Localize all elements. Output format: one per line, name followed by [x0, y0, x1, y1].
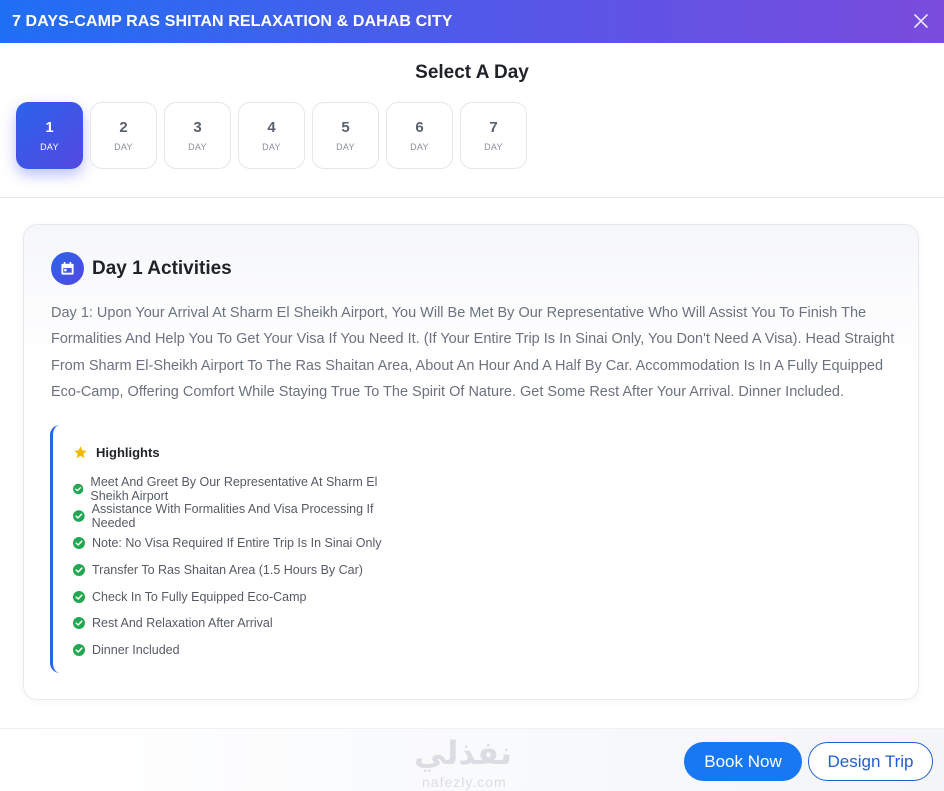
- day-label: DAY: [40, 142, 59, 152]
- highlight-text: Dinner Included: [92, 643, 180, 658]
- day-number: 1: [45, 119, 54, 136]
- check-circle-icon: [73, 644, 85, 657]
- day-tab-6[interactable]: 6 DAY: [386, 102, 453, 169]
- highlight-item: Transfer To Ras Shaitan Area (1.5 Hours …: [73, 556, 410, 583]
- watermark-logo: نفذلي nafezly.com: [414, 734, 534, 791]
- highlight-item: Check In To Fully Equipped Eco-Camp: [73, 583, 410, 610]
- book-now-button[interactable]: Book Now: [684, 742, 802, 781]
- highlights-header: Highlights: [73, 445, 160, 460]
- day-number: 3: [193, 119, 202, 136]
- watermark-latin: nafezly.com: [422, 774, 507, 790]
- star-icon: [74, 446, 87, 459]
- check-circle-icon: [73, 510, 85, 522]
- day-tab-7[interactable]: 7 DAY: [460, 102, 527, 169]
- day-label: DAY: [188, 142, 207, 152]
- highlights-list: Meet And Greet By Our Representative At …: [73, 475, 410, 664]
- highlight-text: Check In To Fully Equipped Eco-Camp: [92, 589, 307, 604]
- check-circle-icon: [73, 484, 84, 495]
- select-day-title: Select A Day: [415, 62, 529, 83]
- day-number: 6: [415, 119, 424, 136]
- day-label: DAY: [262, 142, 281, 152]
- day-label: DAY: [410, 142, 429, 152]
- highlight-text: Assistance With Formalities And Visa Pro…: [91, 502, 374, 531]
- highlight-item: Assistance With Formalities And Visa Pro…: [73, 502, 410, 531]
- trip-modal: 7 DAYS-CAMP RAS SHITAN RELAXATION & DAHA…: [0, 0, 944, 791]
- modal-title: 7 DAYS-CAMP RAS SHITAN RELAXATION & DAHA…: [12, 12, 453, 30]
- day-label: DAY: [336, 142, 355, 152]
- close-button[interactable]: [908, 8, 934, 34]
- activity-description: Day 1: Upon Your Arrival At Sharm El She…: [51, 305, 895, 400]
- check-circle-icon: [73, 590, 85, 603]
- day-number: 4: [267, 119, 276, 136]
- divider: [0, 197, 944, 198]
- day-number: 2: [119, 119, 128, 136]
- highlight-text: Meet And Greet By Our Representative At …: [90, 475, 378, 504]
- day-label: DAY: [484, 142, 503, 152]
- highlight-text: Transfer To Ras Shaitan Area (1.5 Hours …: [92, 562, 363, 577]
- check-circle-icon: [73, 563, 85, 576]
- watermark-arabic: نفذلي: [414, 734, 512, 772]
- day-tabs: 1 DAY 2 DAY 3 DAY 4 DAY 5 DAY 6 DAY 7 DAY: [16, 102, 527, 169]
- modal-header: 7 DAYS-CAMP RAS SHITAN RELAXATION & DAHA…: [0, 0, 944, 43]
- activities-header: Day 1 Activities: [51, 252, 232, 285]
- highlights-box: Highlights Meet And Greet By Our Represe…: [50, 425, 410, 673]
- check-circle-icon: [73, 536, 85, 549]
- close-icon: [914, 14, 928, 28]
- highlight-text: Rest And Relaxation After Arrival: [92, 616, 273, 631]
- day-label: DAY: [114, 142, 133, 152]
- check-circle-icon: [73, 617, 85, 630]
- day-tab-1[interactable]: 1 DAY: [16, 102, 83, 169]
- highlight-item: Rest And Relaxation After Arrival: [73, 610, 410, 637]
- highlights-title: Highlights: [96, 445, 160, 460]
- highlight-item: Meet And Greet By Our Representative At …: [73, 475, 410, 504]
- highlight-text: Note: No Visa Required If Entire Trip Is…: [92, 535, 382, 550]
- calendar-badge: [51, 252, 84, 285]
- day-number: 7: [489, 119, 498, 136]
- day-number: 5: [341, 119, 350, 136]
- activities-title: Day 1 Activities: [92, 257, 232, 279]
- calendar-icon: [61, 261, 74, 275]
- day-tab-2[interactable]: 2 DAY: [90, 102, 157, 169]
- highlight-item: Dinner Included: [73, 637, 410, 664]
- design-trip-button[interactable]: Design Trip: [808, 742, 933, 781]
- day-tab-4[interactable]: 4 DAY: [238, 102, 305, 169]
- activities-card: Day 1 Activities Day 1: Upon Your Arriva…: [23, 224, 919, 700]
- day-tab-3[interactable]: 3 DAY: [164, 102, 231, 169]
- day-tab-5[interactable]: 5 DAY: [312, 102, 379, 169]
- modal-footer: نفذلي nafezly.com Book Now Design Trip: [0, 728, 944, 791]
- highlight-item: Note: No Visa Required If Entire Trip Is…: [73, 530, 410, 557]
